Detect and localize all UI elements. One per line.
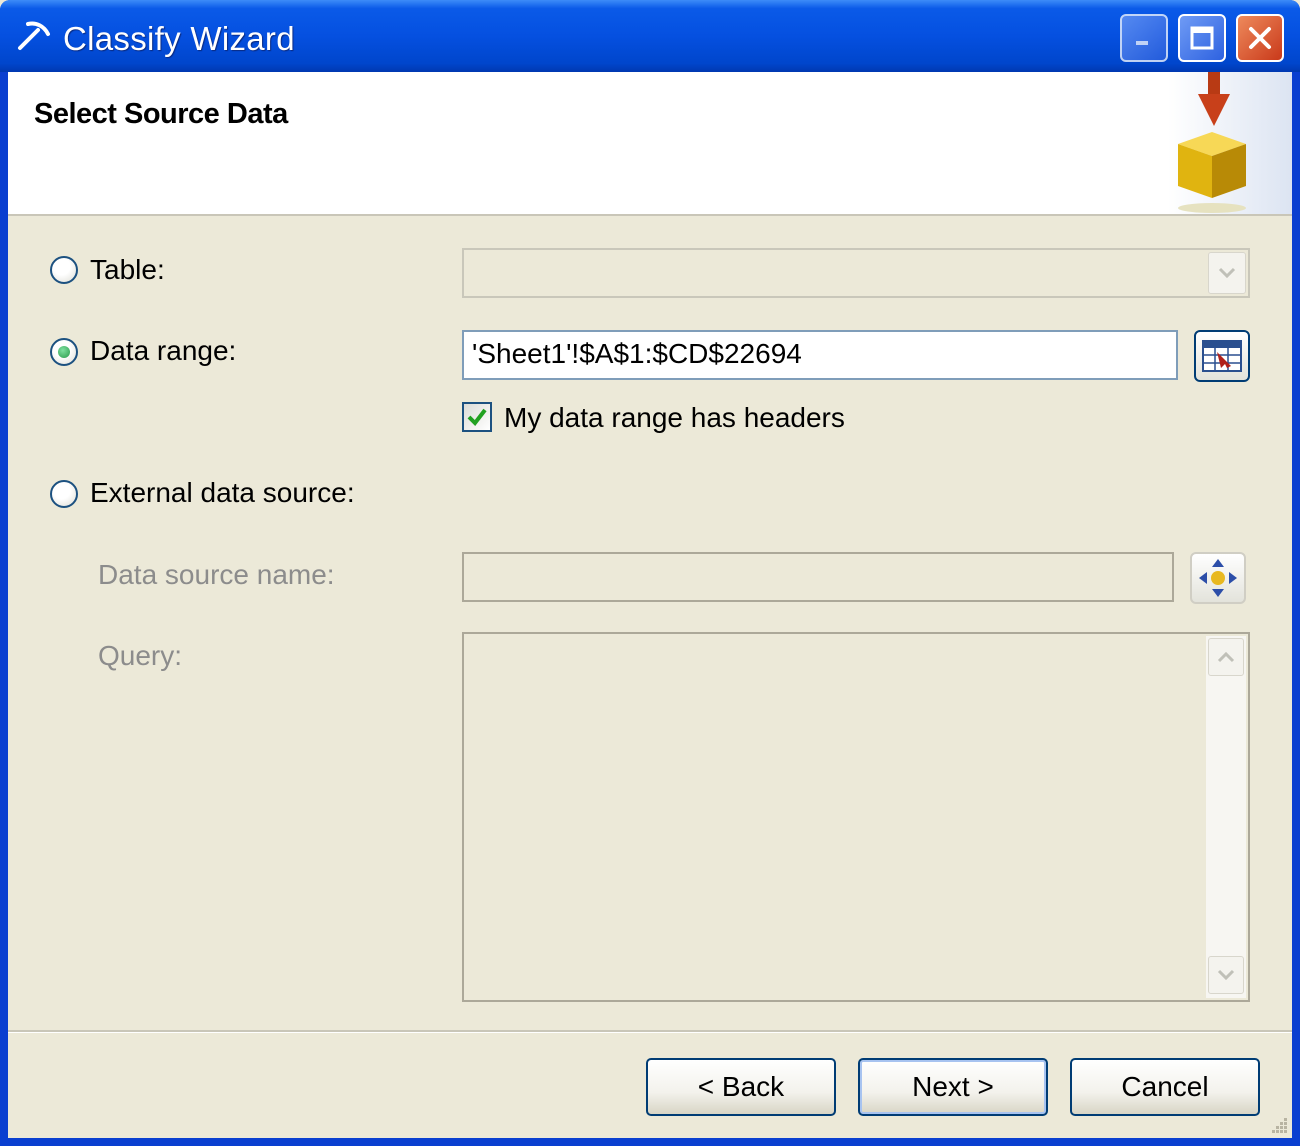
query-label: Query:: [98, 640, 183, 671]
data-range-radio[interactable]: [50, 338, 78, 366]
scroll-down-button[interactable]: [1208, 956, 1244, 994]
radio-selected-dot: [58, 346, 70, 358]
data-source-picker-button[interactable]: [1190, 552, 1246, 604]
cancel-button[interactable]: Cancel: [1070, 1058, 1260, 1116]
chevron-down-icon: [1218, 267, 1236, 279]
close-icon: [1249, 27, 1271, 49]
headers-checkbox[interactable]: [462, 402, 492, 432]
maximize-icon: [1190, 26, 1214, 50]
headers-checkbox-label: My data range has headers: [504, 402, 845, 433]
scroll-up-button[interactable]: [1208, 638, 1244, 676]
dialog-client-area: Select Source Data Table: Data range: 'S…: [8, 72, 1292, 1138]
pickaxe-icon: [18, 21, 50, 50]
arrow-into-cube-icon: [1168, 72, 1292, 214]
minimize-icon: [1136, 41, 1148, 45]
classify-wizard-window: Classify Wizard Select Source Data Table…: [0, 0, 1300, 1146]
close-button[interactable]: [1236, 14, 1284, 62]
back-button[interactable]: < Back: [646, 1058, 836, 1116]
wizard-header: Select Source Data: [8, 72, 1292, 216]
external-data-source-label: External data source:: [90, 477, 355, 508]
minimize-button[interactable]: [1120, 14, 1168, 62]
data-source-name-input[interactable]: [462, 552, 1174, 602]
next-button[interactable]: Next >: [858, 1058, 1048, 1116]
external-data-source-radio[interactable]: [50, 480, 78, 508]
table-label: Table:: [90, 254, 165, 285]
data-range-input[interactable]: 'Sheet1'!$A$1:$CD$22694: [462, 330, 1178, 380]
data-source-name-label: Data source name:: [98, 559, 335, 590]
title-bar[interactable]: Classify Wizard: [0, 0, 1300, 72]
maximize-button[interactable]: [1178, 14, 1226, 62]
window-title: Classify Wizard: [63, 20, 295, 57]
range-select-button[interactable]: [1194, 330, 1250, 382]
resize-grip-icon[interactable]: [1268, 1114, 1288, 1134]
footer-separator: [8, 1030, 1292, 1033]
chevron-up-icon: [1217, 651, 1235, 663]
data-source-icon: [1199, 559, 1237, 597]
data-range-label: Data range:: [90, 335, 237, 366]
table-combobox-dropdown[interactable]: [1208, 252, 1246, 294]
range-select-icon: [1202, 340, 1242, 372]
chevron-down-icon: [1217, 969, 1235, 981]
page-title: Select Source Data: [34, 98, 288, 130]
query-textarea[interactable]: [462, 632, 1250, 1002]
checkmark-icon: [467, 408, 487, 427]
query-scrollbar[interactable]: [1206, 636, 1246, 998]
table-combobox[interactable]: [462, 248, 1250, 298]
table-radio[interactable]: [50, 256, 78, 284]
